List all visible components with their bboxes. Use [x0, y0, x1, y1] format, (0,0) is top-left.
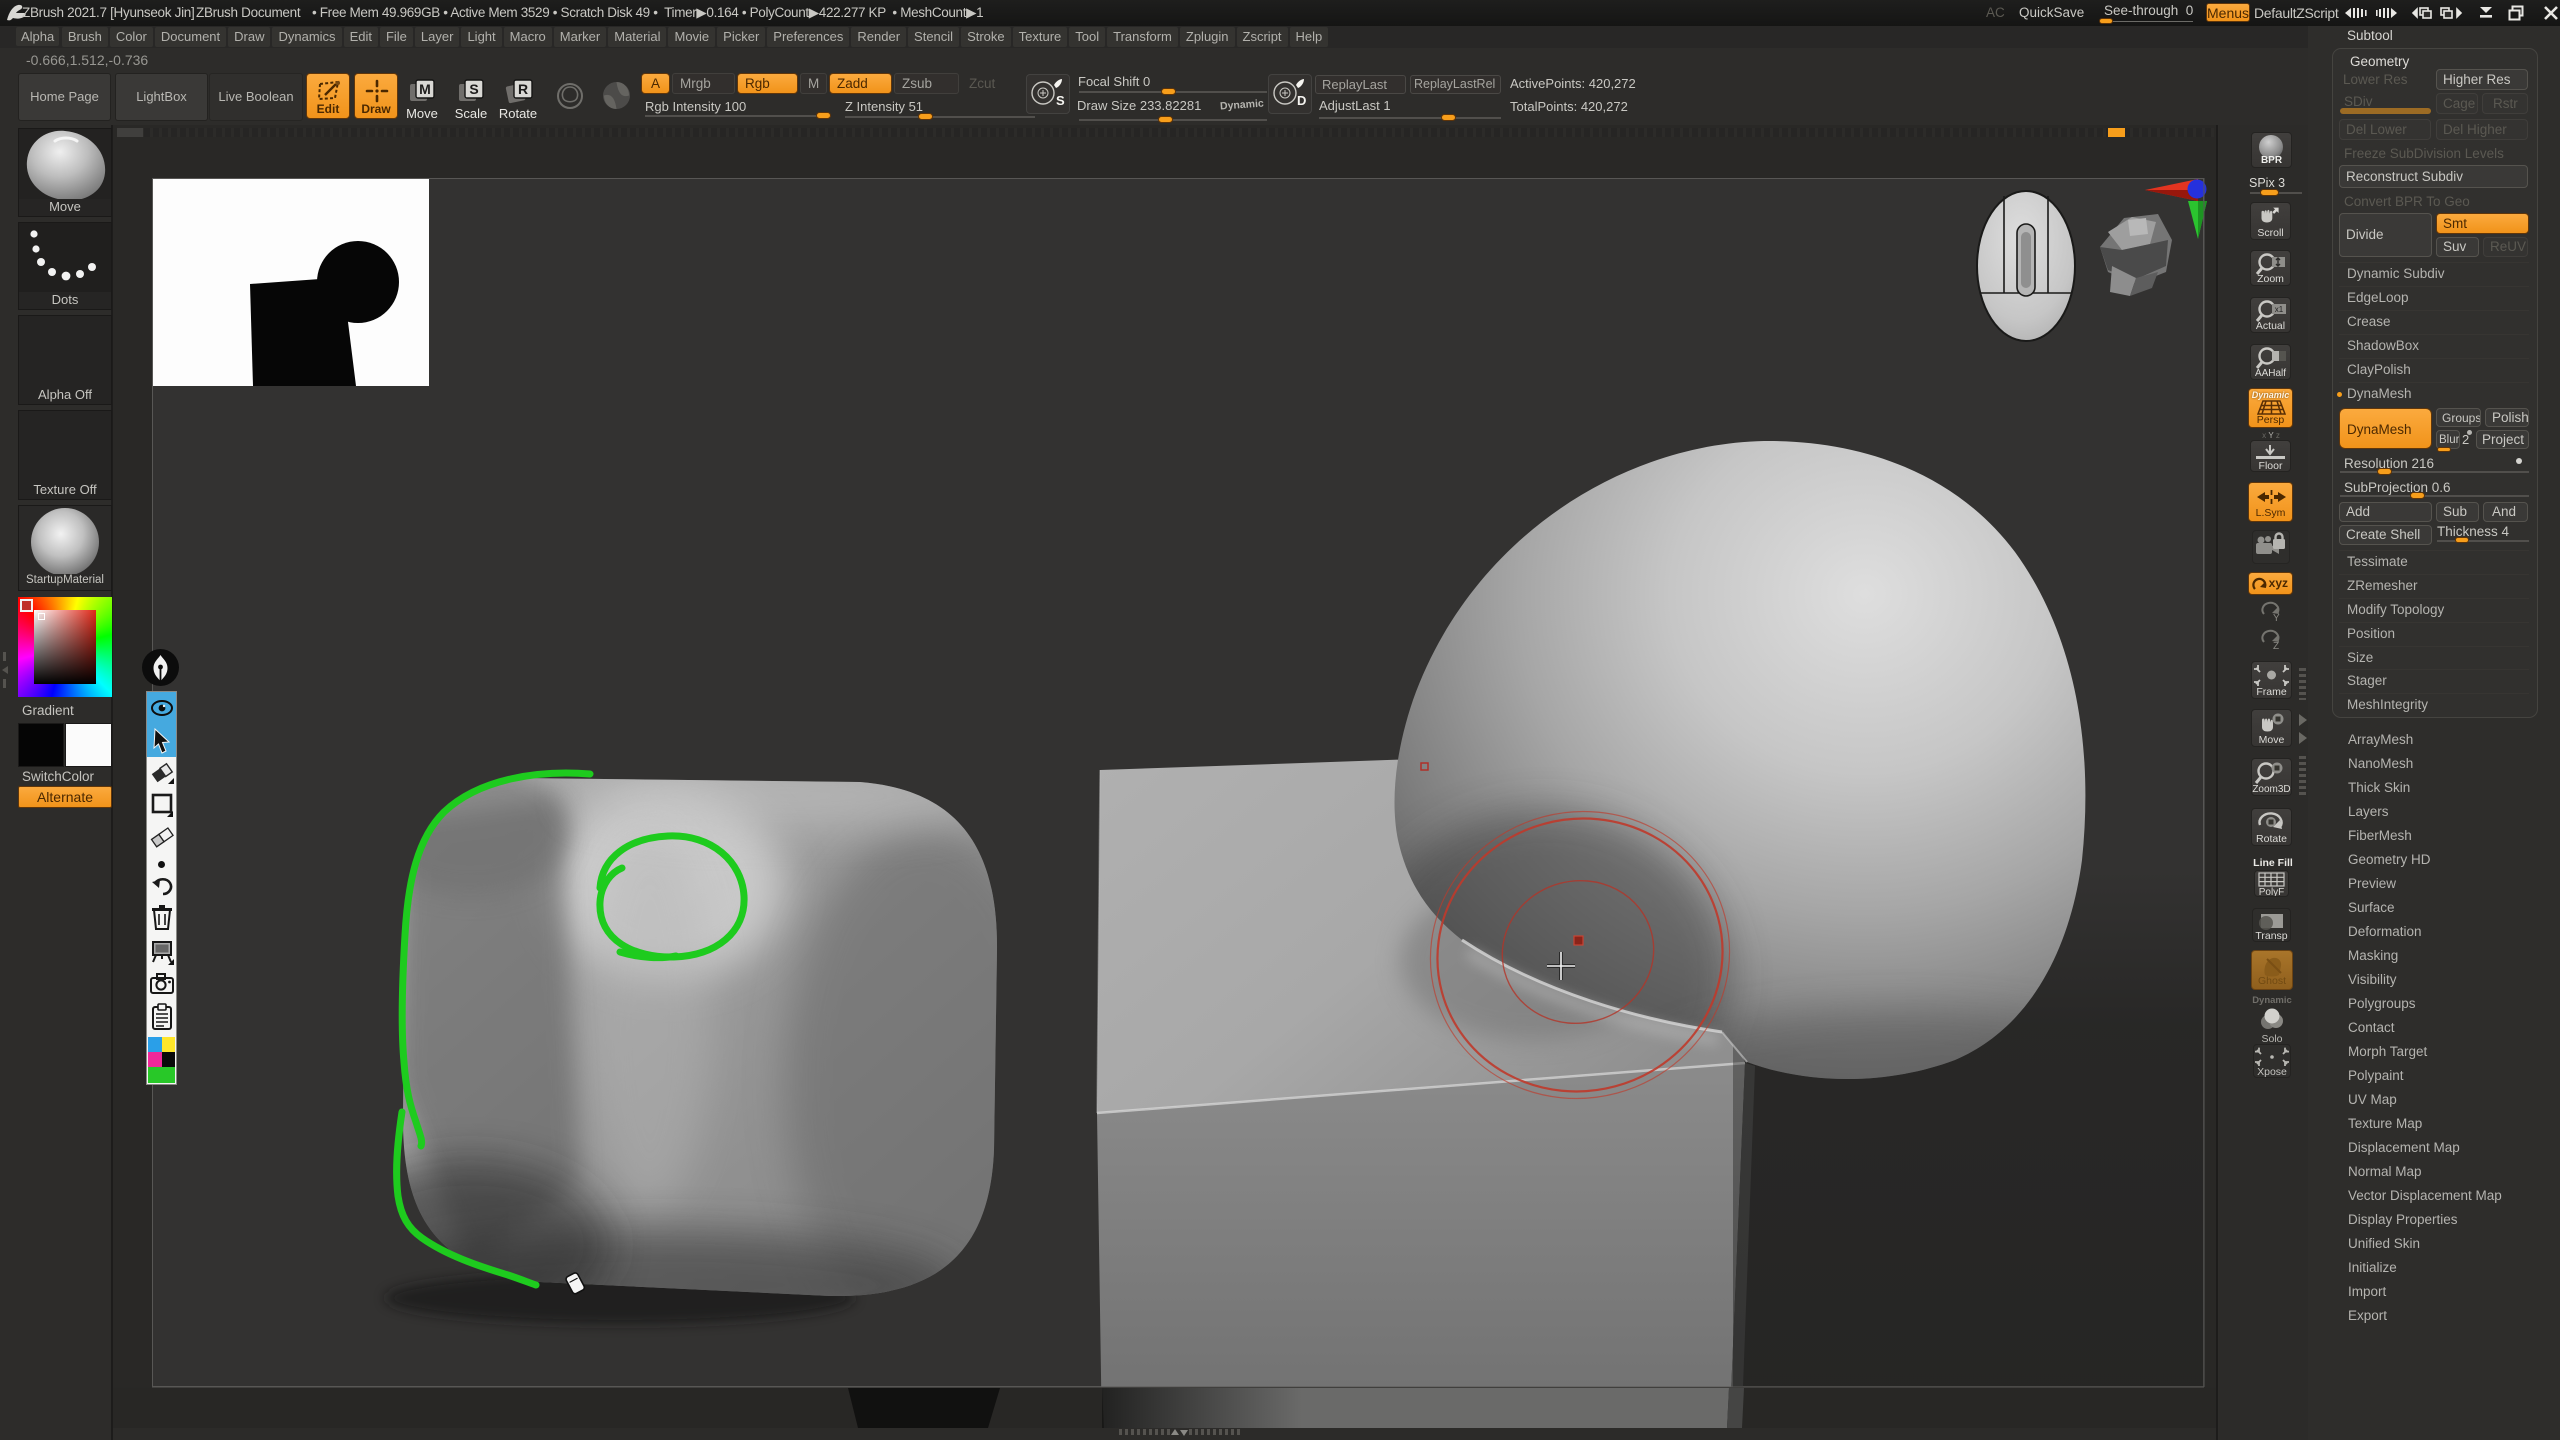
- svg-text:Z: Z: [2273, 641, 2279, 650]
- svg-text:Floor: Floor: [2259, 460, 2283, 471]
- svg-text:Zoom3D: Zoom3D: [2252, 784, 2290, 795]
- svg-text:AAHalf: AAHalf: [2255, 368, 2286, 379]
- svg-text:Y: Y: [2273, 613, 2280, 622]
- svg-text:M: M: [419, 81, 431, 97]
- svg-text:D: D: [1297, 93, 1306, 108]
- svg-text:Transp: Transp: [2255, 930, 2287, 941]
- svg-text:Actual: Actual: [2256, 320, 2285, 332]
- svg-text:x1: x1: [2275, 305, 2284, 314]
- svg-text:PolyF: PolyF: [2259, 887, 2285, 896]
- svg-text:Zoom: Zoom: [2257, 273, 2284, 285]
- svg-text:Frame: Frame: [2256, 686, 2286, 698]
- svg-text:Move: Move: [2259, 734, 2285, 746]
- svg-text:Xpose: Xpose: [2257, 1066, 2287, 1077]
- svg-text:S: S: [469, 81, 478, 97]
- svg-text:BPR: BPR: [2261, 155, 2283, 166]
- svg-text:Rotate: Rotate: [2256, 833, 2287, 845]
- svg-text:Scroll: Scroll: [2257, 227, 2283, 239]
- svg-text:S: S: [1056, 93, 1065, 108]
- svg-text:R: R: [518, 81, 528, 97]
